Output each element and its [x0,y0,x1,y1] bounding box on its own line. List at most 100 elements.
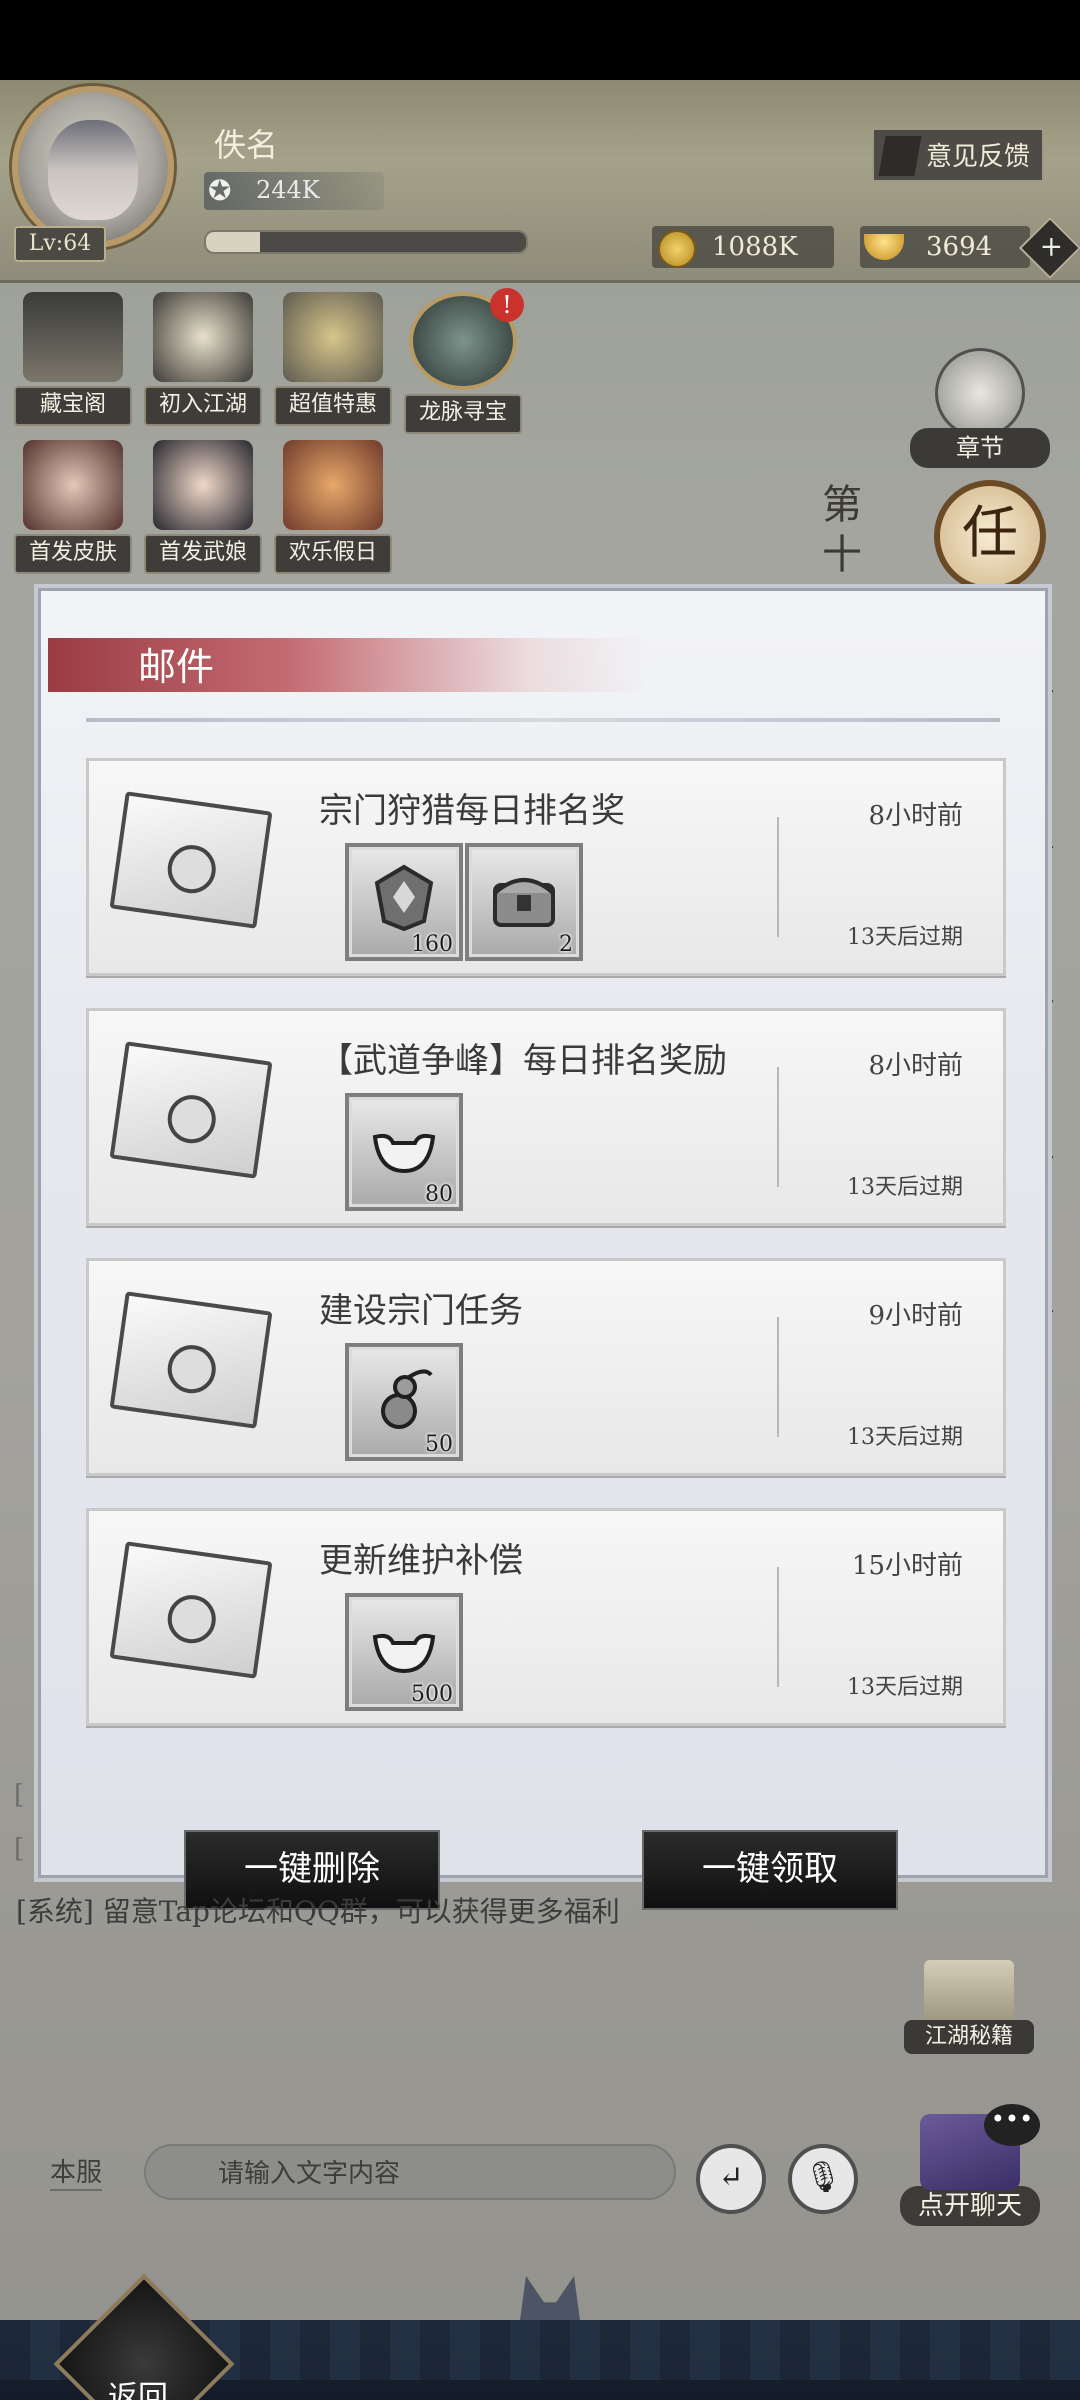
scroll-book-icon [924,1960,1014,2020]
reward-item[interactable]: 500 [345,1593,463,1711]
mail-expiry: 13天后过期 [847,1675,963,1700]
yin-yang-icon [153,292,253,382]
envelope-icon [109,1541,273,1679]
chapter-button[interactable]: 章节 [910,348,1050,468]
activity-label: 超值特惠 [274,386,392,426]
claim-all-button[interactable]: 一键领取 [642,1830,898,1910]
lantern-icon [283,440,383,530]
mail-item[interactable]: 建设宗门任务 50 9小时前 13天后过期 [86,1258,1006,1476]
envelope-icon [109,1041,273,1179]
mail-divider [777,817,779,937]
open-chat-button[interactable]: ••• 点开聊天 [900,2104,1040,2226]
level-badge: Lv:64 [14,226,106,262]
activity-newbie[interactable]: 初入江湖 [144,292,262,426]
mail-subject: 【武道争峰】每日排名奖励 [319,1041,727,1081]
exp-bar [204,230,528,254]
copper-coin-icon [658,230,696,268]
copper-value: 1088K [712,232,798,262]
mail-divider [777,1317,779,1437]
top-bar: Lv:64 佚名 ✪ 244K 意见反馈 1088K 3694 + [0,80,1080,283]
activity-label: 欢乐假日 [274,534,392,574]
chat-input[interactable]: 请输入文字内容 [144,2144,676,2200]
power-value: 244K [256,176,320,204]
reward-item[interactable]: 50 [345,1343,463,1461]
treasure-chest-icon [493,878,555,927]
seal-icon [164,1592,219,1647]
open-chat-label: 点开聊天 [900,2186,1040,2226]
reward-item[interactable]: 2 [465,843,583,961]
mail-dialog-title: 邮件 [138,645,215,689]
avatar[interactable] [12,86,174,248]
activity-first-skin[interactable]: 首发皮肤 [14,440,132,574]
chat-line-fragment: [ [14,1834,25,1864]
mail-dialog: 邮件 宗门狩猎每日排名奖 160 2 8小时前 13天后过期 【武道争峰】每日排… [34,584,1052,1910]
gourd-icon [381,1369,433,1429]
mail-subject: 建设宗门任务 [319,1291,523,1331]
skin-portrait-icon [23,440,123,530]
jianghu-secrets-button[interactable]: 江湖秘籍 [904,1960,1034,2054]
feedback-button[interactable]: 意见反馈 [872,128,1044,182]
activity-holiday[interactable]: 欢乐假日 [274,440,392,574]
mail-time: 15小时前 [851,1551,963,1581]
mail-time: 8小时前 [868,801,963,831]
activity-dragon-vein[interactable]: 龙脉寻宝 ! [404,288,524,434]
fox-ears-decoration [520,2276,580,2320]
activity-label: 初入江湖 [144,386,262,426]
back-label: 返回 [108,2380,168,2400]
avatar-portrait [48,120,138,220]
heroine-portrait-icon [153,440,253,530]
copper-currency: 1088K [652,226,834,268]
seal-icon [164,1092,219,1147]
seal-icon [164,1342,219,1397]
reward-count: 50 [425,1432,453,1457]
gold-ingot-icon [864,234,904,260]
send-enter-button[interactable]: ↵ [696,2144,766,2214]
jianghu-label: 江湖秘籍 [904,2020,1034,2054]
server-channel-tab[interactable]: 本服 [50,2152,103,2191]
mail-divider [777,1067,779,1187]
pavilion-icon [23,292,123,382]
power-icon: ✪ [208,174,232,207]
gold-value: 3694 [926,232,993,262]
mail-expiry: 13天后过期 [847,925,963,950]
chapter-label: 章节 [910,428,1050,468]
mail-time: 8小时前 [868,1051,963,1081]
activity-label: 龙脉寻宝 [404,394,522,434]
mail-item[interactable]: 【武道争峰】每日排名奖励 80 8小时前 13天后过期 [86,1008,1006,1226]
ingot-icon [372,1633,436,1674]
activity-special-offer[interactable]: 超值特惠 [274,292,392,426]
exp-fill [206,232,261,252]
power-display: ✪ 244K [204,172,384,210]
toad-icon [283,292,383,382]
feedback-label: 意见反馈 [925,142,1030,172]
reward-item[interactable]: 80 [345,1093,463,1211]
reward-count: 2 [559,932,573,957]
activity-label: 藏宝阁 [14,386,132,426]
alert-badge-icon: ! [490,288,524,322]
envelope-icon [109,1291,273,1429]
activity-label: 首发皮肤 [14,534,132,574]
reward-count: 160 [411,932,453,957]
mail-item[interactable]: 宗门狩猎每日排名奖 160 2 8小时前 13天后过期 [86,758,1006,976]
plus-icon: + [1039,229,1064,263]
reward-item[interactable]: 160 [345,843,463,961]
system-chat-message: [系统] 留意Tap论坛和QQ群，可以获得更多福利 [16,1895,620,1928]
reward-count: 80 [425,1182,453,1207]
player-name: 佚名 [214,126,279,164]
activity-treasure-pavilion[interactable]: 藏宝阁 [14,292,132,426]
task-button[interactable]: 任 [934,480,1046,592]
ingot-icon [372,1133,436,1174]
activity-first-heroine[interactable]: 首发武娘 [144,440,262,574]
seal-icon [164,842,219,897]
game-stage: Lv:64 佚名 ✪ 244K 意见反馈 1088K 3694 + 藏宝阁 初入… [0,80,1080,2400]
mail-time: 9小时前 [868,1301,963,1331]
feedback-icon [878,136,922,176]
gold-currency: 3694 [860,226,1030,268]
reward-count: 500 [411,1682,453,1707]
mail-divider [777,1567,779,1687]
activity-label: 首发武娘 [144,534,262,574]
chat-line-fragment: [ [14,1780,25,1810]
mail-item[interactable]: 更新维护补偿 500 15小时前 13天后过期 [86,1508,1006,1726]
mail-subject: 更新维护补偿 [319,1541,523,1581]
microphone-button[interactable]: 🎙 [788,2144,858,2214]
